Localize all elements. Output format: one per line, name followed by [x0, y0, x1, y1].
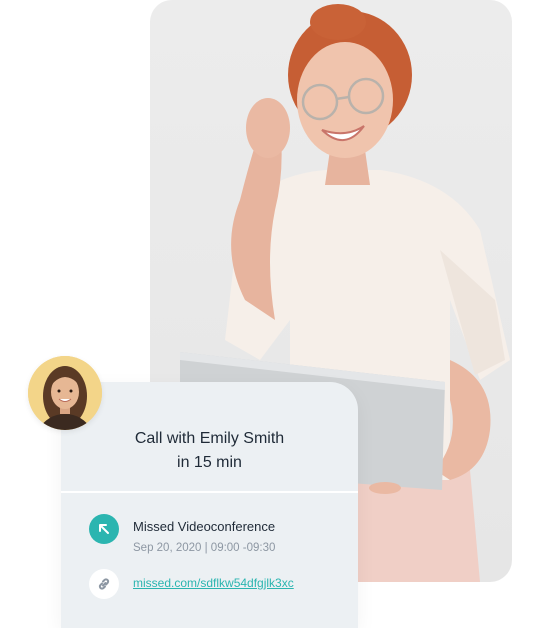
link-icon: [89, 569, 119, 599]
event-time: Sep 20, 2020 | 09:00 -09:30: [133, 542, 276, 554]
caller-avatar: [28, 356, 102, 430]
avatar-photo: [28, 356, 102, 430]
meeting-link[interactable]: missed.com/sdflkw54dfgjlk3xc: [133, 576, 294, 590]
notification-title-line2: in 15 min: [177, 454, 242, 471]
notification-title-line1: Call with Emily Smith: [134, 430, 285, 447]
event-title: Missed Videoconference: [133, 519, 276, 534]
notification-title: Call with Emily Smith in 15 min: [0, 427, 358, 475]
card-divider: [61, 491, 358, 493]
missed-call-arrow-icon: [89, 514, 119, 544]
